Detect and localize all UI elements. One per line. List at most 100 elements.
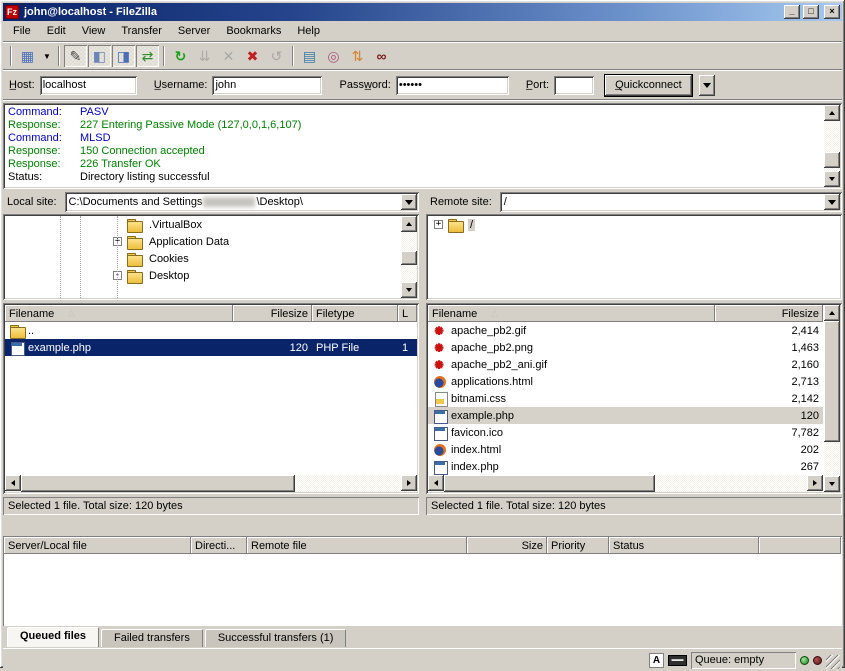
file-row[interactable]: applications.html 2,713 — [428, 373, 823, 390]
file-row-selected[interactable]: example.php 120 — [428, 407, 823, 424]
column-header-filename[interactable]: Filename △ — [428, 305, 715, 322]
tab-failed-transfers[interactable]: Failed transfers — [101, 629, 203, 647]
scroll-up-button[interactable] — [824, 305, 840, 321]
local-tree-scrollbar[interactable] — [401, 216, 417, 298]
menu-bar: File Edit View Transfer Server Bookmarks… — [3, 21, 842, 41]
minimize-button[interactable]: _ — [784, 5, 800, 19]
host-input[interactable] — [40, 76, 137, 95]
menu-bookmarks[interactable]: Bookmarks — [218, 23, 289, 39]
toggle-remote-tree-button[interactable]: ◨ — [112, 45, 135, 67]
local-list-hscrollbar[interactable] — [5, 475, 417, 492]
scroll-right-button[interactable] — [401, 475, 417, 491]
column-header-filesize[interactable]: Filesize — [233, 305, 312, 322]
file-row[interactable]: apache_pb2.png 1,463 — [428, 339, 823, 356]
file-row[interactable]: index.html 202 — [428, 441, 823, 458]
scroll-up-button[interactable] — [824, 105, 840, 121]
filter-button[interactable]: ▤ — [298, 45, 321, 67]
scroll-track[interactable] — [824, 121, 840, 171]
scroll-thumb[interactable] — [824, 152, 840, 168]
scroll-thumb[interactable] — [21, 475, 295, 492]
compare-directories-button[interactable]: ◎ — [322, 45, 345, 67]
remote-site-combobox[interactable]: / — [500, 192, 842, 212]
log-scrollbar[interactable] — [824, 105, 840, 187]
site-manager-dropdown-button[interactable]: ▼ — [40, 45, 54, 67]
column-header-lastmodified[interactable]: L — [398, 305, 417, 322]
username-input[interactable] — [212, 76, 322, 95]
scroll-thumb[interactable] — [444, 475, 655, 492]
scroll-down-button[interactable] — [401, 282, 417, 298]
log-text: 227 Entering Passive Mode (127,0,0,1,6,1… — [80, 119, 301, 132]
scroll-left-button[interactable] — [428, 475, 444, 491]
synchronized-browsing-button[interactable]: ⇅ — [346, 45, 369, 67]
menu-help[interactable]: Help — [289, 23, 328, 39]
file-row[interactable]: apache_pb2_ani.gif 2,160 — [428, 356, 823, 373]
scroll-down-button[interactable] — [824, 476, 840, 492]
file-size: 202 — [715, 441, 823, 458]
folder-icon — [126, 235, 143, 249]
file-row[interactable]: favicon.ico 7,782 — [428, 424, 823, 441]
file-row-parent-dir[interactable]: .. — [5, 322, 417, 339]
column-header-server-local-file[interactable]: Server/Local file — [4, 537, 191, 554]
close-button[interactable]: × — [824, 5, 840, 19]
menu-view[interactable]: View — [74, 23, 114, 39]
arrow-down-icon — [829, 177, 835, 184]
tree-item-virtualbox[interactable]: .VirtualBox — [5, 216, 399, 233]
tab-queued-files[interactable]: Queued files — [7, 627, 99, 647]
remote-combo-dropdown-button[interactable] — [824, 194, 840, 210]
toggle-log-button[interactable]: ✎ — [64, 45, 87, 67]
tree-item-root[interactable]: + / — [428, 216, 822, 233]
scroll-track[interactable] — [21, 475, 401, 492]
file-row[interactable]: apache_pb2.gif 2,414 — [428, 322, 823, 339]
password-input[interactable] — [396, 76, 509, 95]
maximize-button[interactable]: □ — [803, 5, 819, 19]
file-row[interactable]: index.php 267 — [428, 458, 823, 475]
quickconnect-dropdown-button[interactable] — [699, 75, 715, 96]
scroll-thumb[interactable] — [401, 251, 417, 265]
quickconnect-button[interactable]: Q̲uickconnect — [605, 75, 692, 96]
refresh-button[interactable]: ↻ — [169, 45, 192, 67]
expand-plus-icon[interactable]: + — [434, 220, 443, 229]
column-header-size[interactable]: Size — [467, 537, 547, 554]
scroll-down-button[interactable] — [824, 171, 840, 187]
tree-item-desktop[interactable]: - Desktop — [5, 267, 399, 284]
remote-list-scrollbar[interactable] — [824, 305, 840, 492]
file-row[interactable]: bitnami.css 2,142 — [428, 390, 823, 407]
chevron-down-icon — [828, 200, 836, 209]
menu-edit[interactable]: Edit — [39, 23, 74, 39]
find-files-button[interactable]: ∞ — [370, 45, 393, 67]
column-header-filesize[interactable]: Filesize — [715, 305, 823, 322]
tab-successful-transfers[interactable]: Successful transfers (1) — [205, 629, 347, 647]
column-header-remote-file[interactable]: Remote file — [247, 537, 467, 554]
column-header-status[interactable]: Status — [609, 537, 759, 554]
file-size: 120 — [715, 407, 823, 424]
local-site-combobox[interactable]: C:\Documents and Settings\Desktop\ — [65, 192, 419, 212]
menu-transfer[interactable]: Transfer — [113, 23, 170, 39]
disconnect-button[interactable]: ✖ — [241, 45, 264, 67]
pane-splitter[interactable] — [419, 192, 426, 532]
file-row-example-php[interactable]: example.php 120 PHP File 1 — [5, 339, 417, 356]
column-header-filename[interactable]: Filename △ — [5, 305, 233, 322]
toggle-queue-button[interactable]: ⇄ — [136, 45, 159, 67]
scroll-track[interactable] — [401, 232, 417, 282]
scroll-right-button[interactable] — [807, 475, 823, 491]
toggle-local-tree-button[interactable]: ◧ — [88, 45, 111, 67]
resize-grip[interactable] — [826, 655, 840, 669]
menu-file[interactable]: File — [5, 23, 39, 39]
local-combo-dropdown-button[interactable] — [401, 194, 417, 210]
scroll-up-button[interactable] — [401, 216, 417, 232]
port-input[interactable] — [554, 76, 594, 95]
site-manager-button[interactable]: ▦ — [16, 45, 39, 67]
column-header-direction[interactable]: Directi... — [191, 537, 247, 554]
column-header-priority[interactable]: Priority — [547, 537, 609, 554]
column-header-filetype[interactable]: Filetype — [312, 305, 398, 322]
scroll-track[interactable] — [444, 475, 807, 492]
local-list-header: Filename △ Filesize Filetype L — [5, 305, 417, 322]
remote-list-hscrollbar[interactable] — [428, 475, 823, 492]
scroll-left-button[interactable] — [5, 475, 21, 491]
scroll-track[interactable] — [824, 321, 840, 476]
tree-item-application-data[interactable]: + Application Data — [5, 233, 399, 250]
scroll-thumb[interactable] — [824, 321, 840, 442]
menu-server[interactable]: Server — [170, 23, 218, 39]
toolbar-separator — [292, 46, 294, 66]
tree-item-cookies[interactable]: Cookies — [5, 250, 399, 267]
